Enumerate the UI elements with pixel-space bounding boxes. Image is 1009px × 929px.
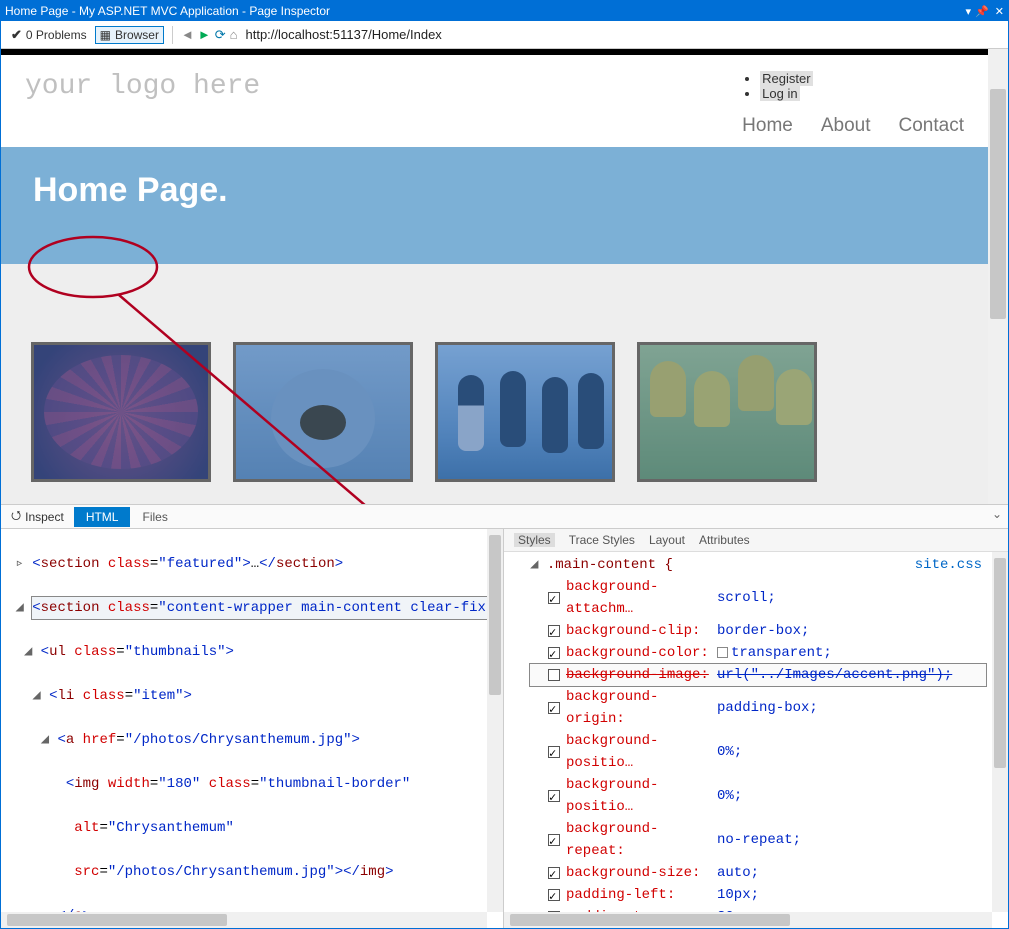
checkbox[interactable]	[548, 889, 560, 901]
checkbox[interactable]	[548, 790, 560, 802]
preview-pane: your logo here Register Log in Home Abou…	[1, 49, 1008, 504]
thumbnail-row	[31, 342, 958, 482]
page-header: your logo here Register Log in Home Abou…	[1, 55, 988, 147]
browser-button[interactable]: ▦ Browser	[95, 26, 164, 44]
thumbnail-koala[interactable]	[233, 342, 413, 482]
rule-main-content: ◢ .main-content { site.css	[530, 554, 986, 576]
styles-pane: Styles Trace Styles Layout Attributes ◢ …	[504, 529, 1008, 928]
browser-label: Browser	[115, 28, 159, 42]
checkbox[interactable]	[548, 746, 560, 758]
tab-attributes[interactable]: Attributes	[699, 533, 750, 547]
inspector-tabs: ⭯ Inspect HTML Files ⌄	[1, 505, 1008, 529]
thumbnail-penguins[interactable]	[435, 342, 615, 482]
home-icon[interactable]: ⌂	[230, 27, 238, 42]
html-scroll-v[interactable]	[487, 529, 503, 912]
tab-trace-styles[interactable]: Trace Styles	[569, 533, 635, 547]
grid-icon: ▦	[100, 28, 111, 42]
styles-scroll-h[interactable]	[504, 912, 992, 928]
tab-layout[interactable]: Layout	[649, 533, 685, 547]
html-code[interactable]: ▹ <section class="featured">…</section> …	[1, 529, 487, 912]
tab-styles[interactable]: Styles	[514, 533, 555, 547]
refresh-icon[interactable]: ⟳	[215, 27, 226, 43]
html-scroll-h[interactable]	[1, 912, 487, 928]
html-tree-pane: ▹ <section class="featured">…</section> …	[1, 529, 504, 928]
checkbox[interactable]	[548, 625, 560, 637]
nav-about[interactable]: About	[821, 115, 871, 137]
checkbox[interactable]	[548, 592, 560, 604]
cursor-icon: ⭯	[11, 506, 21, 527]
thumbnail-tulips[interactable]	[637, 342, 817, 482]
divider	[172, 26, 173, 44]
checkbox[interactable]	[548, 647, 560, 659]
hero-banner: Home Page.	[1, 147, 988, 264]
inspect-button[interactable]: ⭯ Inspect	[1, 506, 74, 527]
checkbox[interactable]	[548, 834, 560, 846]
preview-scrollbar[interactable]	[988, 49, 1008, 504]
check-icon: ✔	[11, 27, 22, 43]
prop-background-image: background-image: url("../Images/accent.…	[530, 664, 986, 686]
thumbnail-chrysanthemum[interactable]	[31, 342, 211, 482]
register-link[interactable]: Register	[760, 71, 812, 86]
inspect-label: Inspect	[25, 510, 64, 524]
color-swatch	[717, 647, 728, 658]
inspector-panel: ⭯ Inspect HTML Files ⌄ ▹ <section class=…	[1, 504, 1008, 928]
window-title: Home Page - My ASP.NET MVC Application -…	[5, 4, 330, 18]
tab-files[interactable]: Files	[130, 507, 179, 527]
logo-text: your logo here	[25, 71, 260, 102]
login-link[interactable]: Log in	[760, 86, 799, 101]
dropdown-icon[interactable]: ▾	[966, 5, 972, 18]
nav-contact[interactable]: Contact	[899, 115, 964, 137]
url-bar[interactable]: http://localhost:51137/Home/Index	[241, 27, 1002, 42]
problems-button[interactable]: ✔ 0 Problems	[7, 25, 91, 45]
back-icon[interactable]: ◄	[181, 27, 194, 42]
styles-scroll-v[interactable]	[992, 552, 1008, 912]
checkbox[interactable]	[548, 669, 560, 681]
source-link[interactable]: site.css	[915, 554, 982, 576]
checkbox[interactable]	[548, 867, 560, 879]
chevron-icon[interactable]: ⌄	[992, 507, 1002, 521]
hero-title: Home Page.	[33, 171, 956, 210]
close-icon[interactable]: ✕	[995, 5, 1004, 18]
nav-home[interactable]: Home	[742, 115, 793, 137]
checkbox[interactable]	[548, 702, 560, 714]
pin-icon[interactable]: 📌	[975, 5, 989, 18]
styles-list[interactable]: ◢ .main-content { site.css background-at…	[504, 552, 992, 912]
window-titlebar: Home Page - My ASP.NET MVC Application -…	[1, 1, 1008, 21]
tab-html[interactable]: HTML	[74, 507, 131, 527]
main-nav: Home About Contact	[742, 115, 964, 137]
problems-label: 0 Problems	[26, 28, 87, 42]
toolbar: ✔ 0 Problems ▦ Browser ◄ ► ⟳ ⌂ http://lo…	[1, 21, 1008, 49]
styles-tabs: Styles Trace Styles Layout Attributes	[504, 529, 1008, 552]
forward-icon[interactable]: ►	[198, 27, 211, 42]
account-links: Register Log in	[742, 71, 964, 101]
